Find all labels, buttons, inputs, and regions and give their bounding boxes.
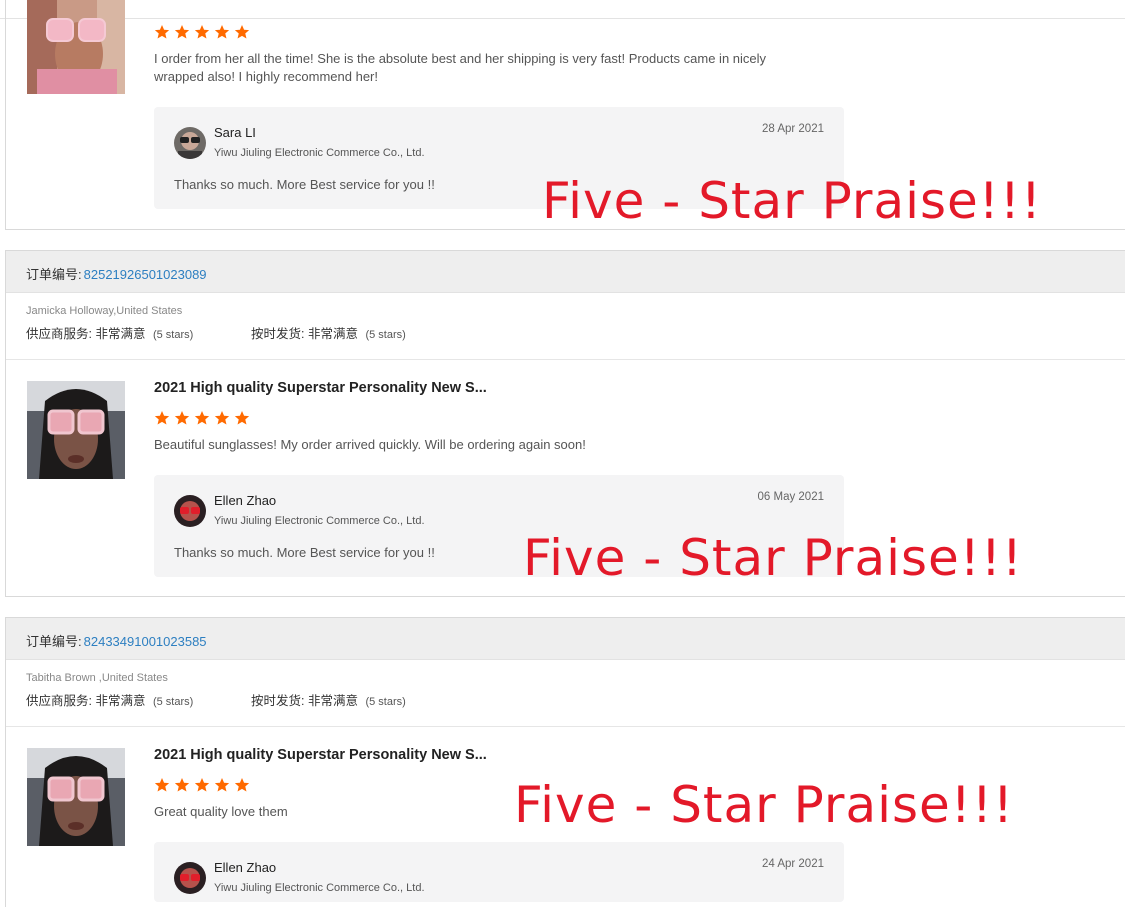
order-number-link[interactable]: 82521926501023089 (84, 267, 207, 282)
avatar (174, 495, 206, 527)
order-number-label: 订单编号: (26, 267, 82, 282)
reply-date: 28 Apr 2021 (761, 123, 824, 135)
product-thumbnail[interactable] (27, 381, 125, 479)
order-number-link[interactable]: 82433491001023585 (84, 634, 207, 649)
star-icon (154, 25, 170, 39)
review-text: Beautiful sunglasses! My order arrived q… (154, 437, 586, 452)
praise-overlay: Five - Star Praise!!! (523, 529, 1023, 587)
on-time-label: 按时发货: (251, 694, 305, 708)
star-icon (174, 411, 190, 425)
replier-company: Yiwu Jiuling Electronic Commerce Co., Lt… (214, 882, 425, 894)
reply-date: 06 May 2021 (757, 491, 825, 503)
product-thumbnail[interactable] (27, 0, 125, 94)
star-icon (214, 411, 230, 425)
buyer-info: Tabitha Brown ,United States 供应商服务: 非常满意… (26, 672, 406, 708)
divider (6, 359, 1125, 360)
star-icon (194, 25, 210, 39)
supplier-service-value: 非常满意 (95, 694, 146, 708)
seller-reply: Ellen Zhao Yiwu Jiuling Electronic Comme… (154, 842, 844, 902)
rating-stars (154, 24, 254, 40)
on-time-value: 非常满意 (307, 694, 358, 708)
product-thumbnail[interactable] (27, 748, 125, 846)
star-icon (234, 25, 250, 39)
star-icon (174, 778, 190, 792)
reply-text: Thanks so much. More Best service for yo… (174, 177, 435, 192)
replier-name: Sara LI (214, 125, 256, 140)
replier-name: Ellen Zhao (214, 860, 277, 875)
product-title[interactable]: 2021 High quality Superstar Personality … (154, 380, 487, 396)
buyer-name: Jamicka Holloway,United States (26, 305, 183, 317)
on-time-value: 非常满意 (307, 327, 358, 341)
star-icon (194, 411, 210, 425)
review-card: I order from her all the time! She is th… (5, 0, 1125, 230)
praise-overlay: Five - Star Praise!!! (514, 776, 1014, 834)
rating-stars (154, 410, 254, 426)
product-title[interactable]: 2021 High quality Superstar Personality … (154, 747, 487, 763)
star-icon (214, 778, 230, 792)
review-card: 订单编号: 82433491001023585 Tabitha Brown ,Un… (5, 617, 1125, 907)
replier-company: Yiwu Jiuling Electronic Commerce Co., Lt… (214, 515, 425, 527)
review-text: I order from her all the time! She is th… (154, 51, 767, 84)
buyer-name: Tabitha Brown ,United States (26, 672, 168, 684)
praise-overlay: Five - Star Praise!!! (542, 172, 1042, 230)
order-header: 订单编号: 82433491001023585 (6, 618, 1125, 660)
seller-ratings: 供应商服务: 非常满意 (5 stars) 按时发货: 非常满意 (5 star… (26, 323, 406, 342)
divider (6, 726, 1125, 727)
replier-name: Ellen Zhao (214, 493, 277, 508)
seller-ratings: 供应商服务: 非常满意 (5 stars) 按时发货: 非常满意 (5 star… (26, 690, 406, 709)
on-time-label: 按时发货: (251, 327, 305, 341)
buyer-info: Jamicka Holloway,United States 供应商服务: 非常… (26, 305, 406, 341)
avatar (174, 862, 206, 894)
reply-date: 24 Apr 2021 (761, 858, 824, 870)
review-card: 订单编号: 82521926501023089 Jamicka Holloway,… (5, 250, 1125, 597)
star-icon (194, 778, 210, 792)
star-icon (214, 25, 230, 39)
on-time-stars: (5 stars) (365, 329, 406, 341)
supplier-service-stars: (5 stars) (152, 696, 194, 708)
supplier-service-label: 供应商服务: (26, 327, 92, 341)
on-time-stars: (5 stars) (365, 696, 406, 708)
supplier-service-label: 供应商服务: (26, 694, 92, 708)
supplier-service-value: 非常满意 (95, 327, 146, 341)
rating-stars (154, 777, 254, 793)
avatar (174, 127, 206, 159)
star-icon (154, 778, 170, 792)
star-icon (174, 25, 190, 39)
replier-company: Yiwu Jiuling Electronic Commerce Co., Lt… (214, 147, 425, 159)
star-icon (154, 411, 170, 425)
order-number-label: 订单编号: (26, 634, 82, 649)
reply-text: Thanks so much. More Best service for yo… (174, 545, 435, 560)
star-icon (234, 411, 250, 425)
order-header: 订单编号: 82521926501023089 (6, 251, 1125, 293)
supplier-service-stars: (5 stars) (152, 329, 194, 341)
star-icon (234, 778, 250, 792)
